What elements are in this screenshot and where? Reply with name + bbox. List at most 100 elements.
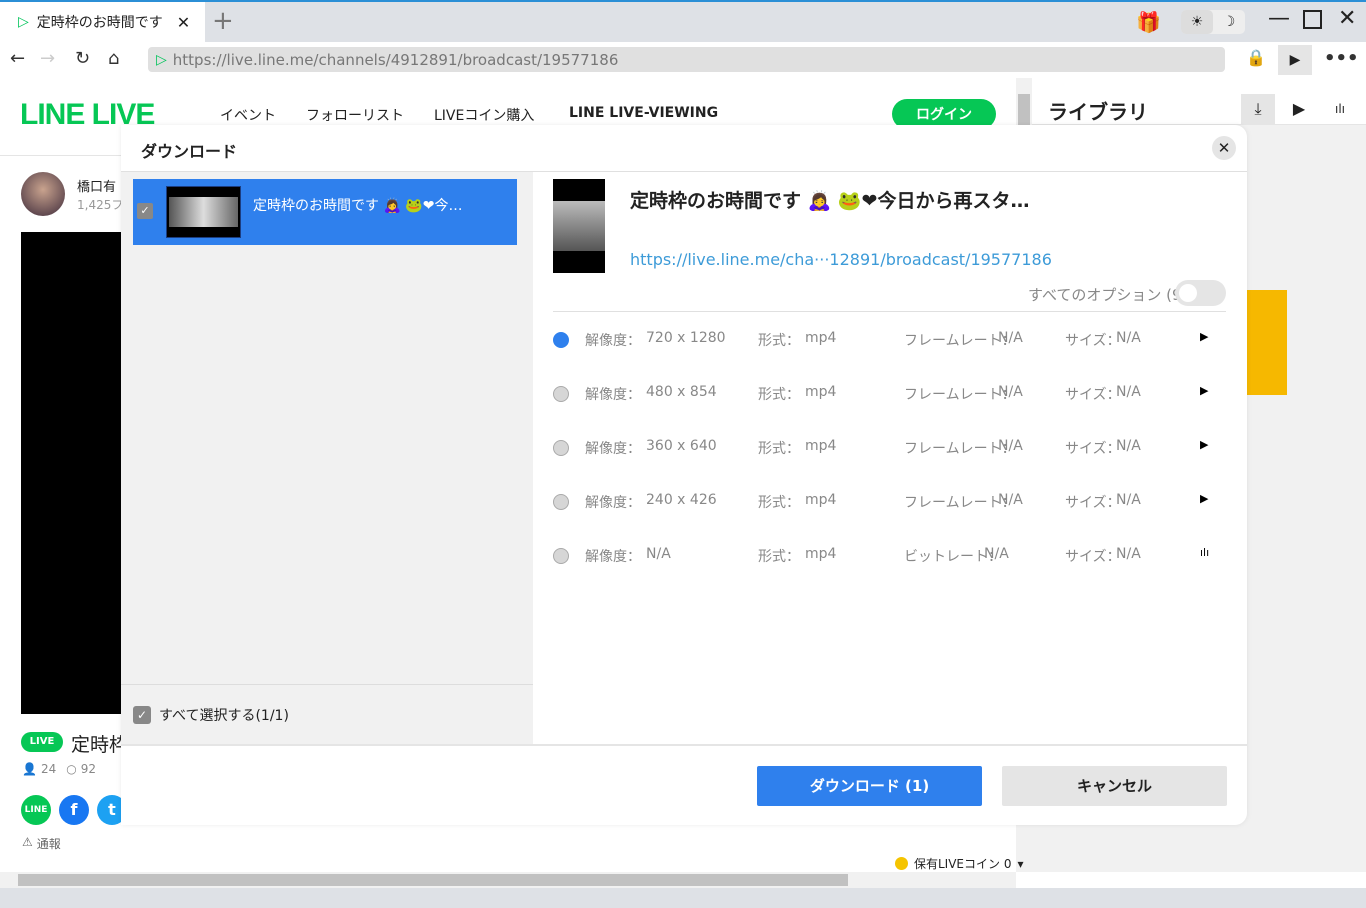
item-checkbox[interactable]: ✓ [137,203,153,219]
select-all-checkbox[interactable]: ✓ すべて選択する(1/1) [133,705,289,725]
comment-icon: ○ [66,762,77,776]
divider [121,684,533,685]
resolution-label: 解像度： [585,495,641,511]
option-radio[interactable] [553,548,569,564]
menu-follow-list[interactable]: フォローリスト [306,105,404,125]
video-icon[interactable]: ▶ [1282,94,1316,124]
download-button[interactable]: ダウンロード (1) [757,766,982,806]
home-icon[interactable]: ⌂ [108,48,119,69]
format-value: mp4 [805,330,837,346]
rate-value: N/A [998,438,1023,454]
option-radio[interactable] [553,440,569,456]
lock-icon[interactable]: 🔒 [1246,48,1266,67]
video-icon: ▶ [1200,438,1209,451]
size-label: サイズ： [1065,387,1121,403]
size-label: サイズ： [1065,495,1121,511]
format-option[interactable]: 解像度： N/A 形式： mp4 ビットレート： N/A サイズ： N/A ıl… [553,546,1226,566]
format-option[interactable]: 解像度： 360 x 640 形式： mp4 フレームレート： N/A サイズ：… [553,438,1226,458]
theme-toggle[interactable]: ☀ ☽ [1181,10,1245,34]
detail-url[interactable]: https://live.line.me/cha···12891/broadca… [630,250,1052,269]
close-tab-icon[interactable]: ✕ [177,13,190,32]
resolution-label: 解像度： [585,387,641,403]
url-text: https://live.line.me/channels/4912891/br… [172,50,619,69]
all-options-label: すべてのオプション (9) [1028,286,1188,304]
comment-count: 92 [80,762,96,776]
format-value: mp4 [805,438,837,454]
option-radio[interactable] [553,386,569,402]
menu-buy-coins[interactable]: LIVEコイン購入 [434,105,534,125]
report-link[interactable]: 通報 [37,835,61,852]
size-value: N/A [1116,492,1141,508]
sun-icon[interactable]: ☀ [1181,10,1213,34]
line-share-icon[interactable]: LINE [21,795,51,825]
download-icon[interactable]: ⤓ [1241,94,1275,124]
menu-viewing[interactable]: LINE LIVE-VIEWING [569,105,718,121]
format-option[interactable]: 解像度： 480 x 854 形式： mp4 フレームレート： N/A サイズ：… [553,384,1226,404]
reload-icon[interactable]: ↻ [75,48,90,69]
divider [553,311,1226,312]
close-window-button[interactable]: ✕ [1338,6,1356,31]
resolution-label: 解像度： [585,333,641,349]
format-label: 形式： [758,333,800,349]
forward-icon[interactable]: → [40,48,55,69]
format-option[interactable]: 解像度： 240 x 426 形式： mp4 フレームレート： N/A サイズ：… [553,492,1226,512]
format-label: 形式： [758,441,800,457]
item-thumbnail [166,186,241,238]
select-all-label: すべて選択する(1/1) [159,708,289,724]
format-option[interactable]: 解像度： 720 x 1280 形式： mp4 フレームレート： N/A サイズ… [553,330,1226,350]
coin-balance[interactable]: 保有LIVEコイン 0 ▾ [895,855,1024,872]
video-icon: ▶ [1200,330,1209,343]
format-label: 形式： [758,549,800,565]
gift-icon[interactable]: 🎁 [1136,10,1161,34]
back-icon[interactable]: ← [10,48,25,69]
size-value: N/A [1116,330,1141,346]
site-icon: ▷ [156,51,167,68]
more-icon[interactable]: ••• [1324,48,1359,69]
item-list [121,172,533,745]
audio-icon: ılı [1200,546,1210,559]
resolution-value: 480 x 854 [646,384,717,400]
maximize-button[interactable] [1303,10,1322,29]
live-badge: LIVE [21,732,63,752]
resolution-value: 720 x 1280 [646,330,726,346]
detail-thumbnail [553,179,605,273]
detail-title: 定時枠のお時間です 🙇‍♀ 🐸❤今日から再スタ… [630,190,1030,212]
new-tab-button[interactable]: + [212,6,234,36]
item-title: 定時枠のお時間です 🙇‍♀ 🐸❤今… [253,198,463,214]
list-item[interactable]: ✓ 定時枠のお時間です 🙇‍♀ 🐸❤今… [133,179,517,245]
viewer-icon: 👤 [22,762,37,776]
all-options-toggle[interactable] [1175,280,1226,306]
video-icon: ▶ [1200,384,1209,397]
follower-count: 1,425フ [77,198,124,212]
viewer-count: 24 [40,762,57,776]
resolution-label: 解像度： [585,441,641,457]
report-icon: ⚠ [22,835,33,849]
option-radio[interactable] [553,494,569,510]
browser-tab[interactable]: ▷ 定時枠のお時間です ✕ [0,2,205,42]
minimize-button[interactable]: — [1268,6,1290,31]
facebook-share-icon[interactable]: f [59,795,89,825]
horizontal-scrollbar[interactable] [0,872,1016,888]
size-value: N/A [1116,438,1141,454]
video-player[interactable] [21,232,121,714]
status-bar [0,888,1366,908]
line-play-icon: ▷ [18,14,29,30]
chevron-down-icon: ▾ [1017,856,1024,871]
checkbox-icon[interactable]: ✓ [133,706,151,724]
audio-icon[interactable]: ılı [1323,94,1357,124]
address-bar[interactable]: ▷ https://live.line.me/channels/4912891/… [148,47,1225,72]
tab-title: 定時枠のお時間です [36,15,163,31]
close-dialog-button[interactable]: ✕ [1212,136,1236,160]
moon-icon[interactable]: ☽ [1213,10,1245,34]
option-radio[interactable] [553,332,569,348]
library-illustration [1247,290,1287,395]
rate-value: N/A [998,384,1023,400]
menu-events[interactable]: イベント [220,105,276,125]
format-value: mp4 [805,546,837,562]
channel-name[interactable]: 橋口有 [77,176,116,195]
avatar[interactable] [21,172,65,216]
cancel-button[interactable]: キャンセル [1002,766,1227,806]
video-download-icon[interactable]: ▶ [1278,45,1312,75]
size-value: N/A [1116,546,1141,562]
rate-value: N/A [998,330,1023,346]
